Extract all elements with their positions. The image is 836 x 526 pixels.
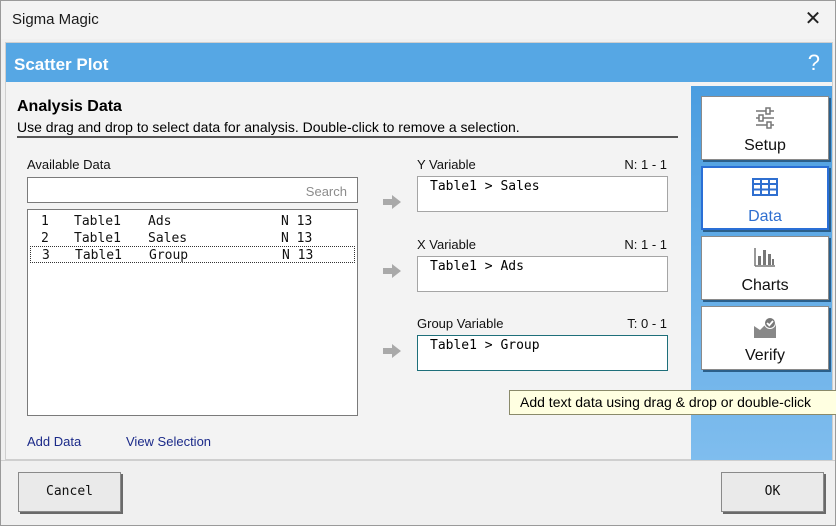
dialog-header: Scatter Plot ? — [6, 43, 832, 82]
row-count: N 13 — [281, 231, 313, 246]
sidebar-item-data[interactable]: Data — [701, 166, 829, 230]
table-grid-icon — [752, 178, 778, 196]
add-data-link[interactable]: Add Data — [27, 434, 81, 449]
x-variable-label: X Variable — [417, 237, 477, 252]
divider — [17, 136, 678, 138]
row-name: Group — [149, 248, 189, 263]
sidebar-item-charts[interactable]: Charts — [701, 236, 829, 300]
list-item[interactable]: 2 Table1 Sales N 13 — [30, 230, 355, 247]
available-data-list[interactable]: 1 Table1 Ads N 13 2 Table1 Sales N 13 3 … — [27, 209, 358, 416]
section-subtitle: Use drag and drop to select data for ana… — [17, 119, 520, 135]
close-icon[interactable]: ✕ — [801, 7, 825, 31]
row-table: Table1 — [74, 231, 121, 246]
sidebar-item-verify[interactable]: Verify — [701, 306, 829, 370]
row-number: 1 — [41, 214, 49, 229]
arrow-right-icon[interactable] — [382, 263, 402, 279]
tooltip: Add text data using drag & drop or doubl… — [509, 390, 836, 415]
available-data-label: Available Data — [27, 157, 111, 172]
y-variable-count: N: 1 - 1 — [624, 157, 667, 172]
dialog-window: Sigma Magic ✕ Scatter Plot ? Analysis Da… — [0, 0, 836, 526]
y-variable-value: Table1 > Sales — [430, 179, 540, 194]
verify-check-icon — [754, 317, 776, 338]
arrow-right-icon[interactable] — [382, 343, 402, 359]
dialog-title: Scatter Plot — [14, 55, 109, 74]
x-variable-value: Table1 > Ads — [430, 259, 524, 274]
help-icon[interactable]: ? — [808, 50, 820, 76]
search-input[interactable]: Search — [27, 177, 358, 203]
row-count: N 13 — [282, 248, 314, 263]
cancel-button[interactable]: Cancel — [18, 472, 121, 512]
window-title: Sigma Magic — [12, 11, 99, 28]
group-variable-field[interactable]: Table1 > Group — [417, 335, 668, 371]
title-bar: Sigma Magic ✕ — [1, 1, 835, 39]
arrow-right-icon[interactable] — [382, 194, 402, 210]
footer: Cancel OK — [1, 460, 835, 525]
row-table: Table1 — [74, 214, 121, 229]
row-table: Table1 — [75, 248, 122, 263]
bar-chart-icon — [754, 248, 775, 267]
y-variable-field[interactable]: Table1 > Sales — [417, 176, 668, 212]
row-count: N 13 — [281, 214, 313, 229]
sliders-icon — [756, 107, 774, 129]
sidebar-item-label: Verify — [744, 347, 785, 364]
sidebar-item-label: Data — [748, 208, 782, 225]
search-placeholder: Search — [305, 184, 347, 199]
x-variable-count: N: 1 - 1 — [624, 237, 667, 252]
list-item-selected[interactable]: 3 Table1 Group N 13 — [30, 246, 355, 263]
row-name: Sales — [148, 231, 188, 246]
group-variable-count: T: 0 - 1 — [627, 316, 667, 331]
row-number: 2 — [41, 231, 49, 246]
sidebar-item-setup[interactable]: Setup — [701, 96, 829, 160]
sidebar-item-label: Charts — [741, 277, 789, 294]
ok-button[interactable]: OK — [721, 472, 824, 512]
view-selection-link[interactable]: View Selection — [126, 434, 211, 449]
row-name: Ads — [148, 214, 172, 229]
group-variable-value: Table1 > Group — [430, 338, 540, 353]
x-variable-field[interactable]: Table1 > Ads — [417, 256, 668, 292]
section-title: Analysis Data — [17, 98, 122, 115]
row-number: 3 — [42, 248, 50, 263]
group-variable-label: Group Variable — [417, 316, 504, 331]
sidebar-item-label: Setup — [744, 137, 786, 154]
y-variable-label: Y Variable — [417, 157, 476, 172]
list-item[interactable]: 1 Table1 Ads N 13 — [30, 213, 355, 230]
